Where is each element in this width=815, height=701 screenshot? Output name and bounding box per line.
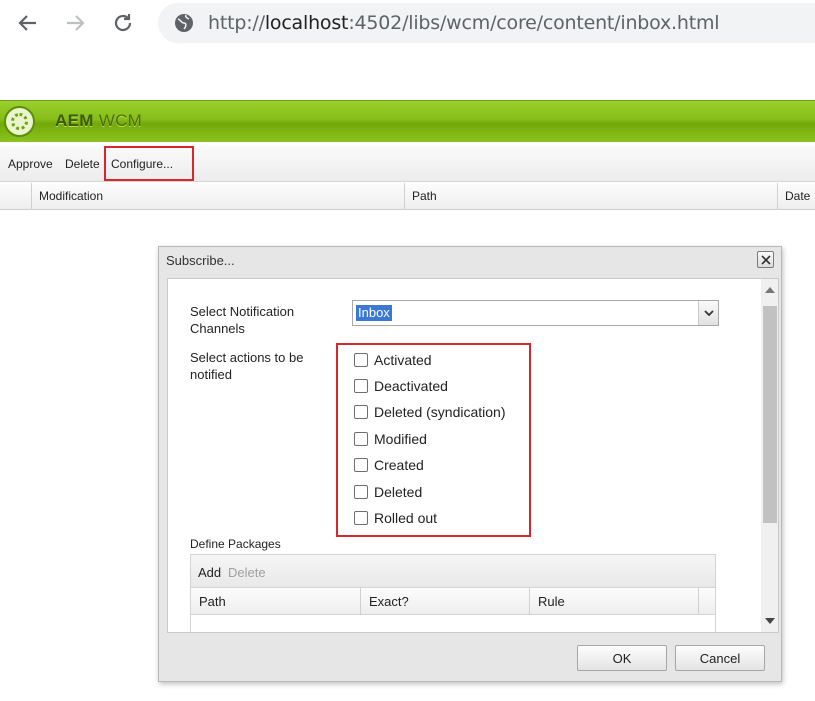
column-path[interactable]: Path bbox=[404, 183, 778, 210]
scroll-down-button[interactable] bbox=[761, 612, 778, 630]
checkbox[interactable] bbox=[354, 379, 368, 393]
actions-label: Select actions to be notified bbox=[190, 350, 304, 382]
delete-button[interactable]: Delete bbox=[65, 157, 100, 171]
chevron-down-icon bbox=[703, 310, 714, 316]
scrollbar-thumb[interactable] bbox=[763, 306, 777, 523]
packages-toolbar: Add Delete bbox=[191, 555, 715, 588]
reload-icon bbox=[114, 14, 132, 32]
checkbox[interactable] bbox=[354, 432, 368, 446]
reload-button[interactable] bbox=[108, 8, 138, 38]
checkbox-deleted-syndication[interactable]: Deleted (syndication) bbox=[354, 403, 506, 421]
aem-logo-icon bbox=[4, 106, 35, 137]
cancel-button[interactable]: Cancel bbox=[675, 645, 765, 671]
delete-package-button[interactable]: Delete bbox=[228, 565, 266, 580]
checkbox-deleted[interactable]: Deleted bbox=[354, 483, 422, 501]
column-exact[interactable]: Exact? bbox=[361, 588, 530, 615]
channels-select[interactable]: Inbox bbox=[352, 300, 719, 326]
scroll-up-button[interactable] bbox=[761, 281, 778, 299]
ok-button[interactable]: OK bbox=[577, 645, 667, 671]
checkbox[interactable] bbox=[354, 485, 368, 499]
arrow-right-icon bbox=[67, 15, 85, 31]
channels-label: Select Notification Channels bbox=[190, 304, 295, 336]
arrow-left-icon bbox=[18, 15, 36, 31]
subscribe-dialog: Subscribe... Select Notification Channel… bbox=[158, 246, 782, 682]
checkbox[interactable] bbox=[354, 405, 368, 419]
approve-button[interactable]: Approve bbox=[8, 157, 53, 171]
aem-header: AEM WCM bbox=[0, 100, 815, 142]
triangle-down-icon bbox=[765, 618, 775, 624]
dropdown-button[interactable] bbox=[698, 301, 718, 325]
url-text: http://localhost:4502/libs/wcm/core/cont… bbox=[208, 12, 720, 34]
browser-chrome: http://localhost:4502/libs/wcm/core/cont… bbox=[0, 0, 815, 50]
add-package-button[interactable]: Add bbox=[198, 565, 221, 580]
packages-label: Define Packages bbox=[190, 537, 281, 551]
packages-panel: Add Delete Path Exact? Rule bbox=[190, 554, 716, 632]
checkbox[interactable] bbox=[354, 511, 368, 525]
dialog-body: Select Notification Channels Inbox Selec… bbox=[167, 278, 779, 633]
close-button[interactable] bbox=[757, 251, 774, 268]
checkbox[interactable] bbox=[354, 458, 368, 472]
configure-highlight bbox=[104, 146, 194, 181]
column-date[interactable]: Date bbox=[777, 183, 815, 210]
checkbox-modified[interactable]: Modified bbox=[354, 430, 427, 448]
inbox-grid-header: Modification Path Date bbox=[0, 183, 815, 210]
packages-grid-header: Path Exact? Rule bbox=[191, 588, 715, 615]
address-bar[interactable]: http://localhost:4502/libs/wcm/core/cont… bbox=[158, 3, 815, 43]
checkbox-deactivated[interactable]: Deactivated bbox=[354, 377, 448, 395]
globe-icon bbox=[175, 14, 193, 32]
forward-button[interactable] bbox=[60, 8, 90, 38]
checkbox-created[interactable]: Created bbox=[354, 456, 424, 474]
channels-select-value: Inbox bbox=[356, 305, 392, 321]
column-modification[interactable]: Modification bbox=[31, 183, 405, 210]
column-rule[interactable]: Rule bbox=[530, 588, 699, 615]
checkbox[interactable] bbox=[354, 353, 368, 367]
dialog-scrollbar[interactable] bbox=[761, 279, 778, 632]
checkbox-rolled-out[interactable]: Rolled out bbox=[354, 509, 437, 527]
checkbox-activated[interactable]: Activated bbox=[354, 351, 432, 369]
back-button[interactable] bbox=[13, 8, 43, 38]
app-title: AEM WCM bbox=[55, 111, 143, 130]
dialog-title: Subscribe... bbox=[166, 253, 235, 268]
column-package-path[interactable]: Path bbox=[191, 588, 361, 615]
triangle-up-icon bbox=[765, 287, 775, 293]
inbox-toolbar: Approve Delete Configure... bbox=[0, 146, 815, 182]
close-icon bbox=[760, 254, 771, 265]
